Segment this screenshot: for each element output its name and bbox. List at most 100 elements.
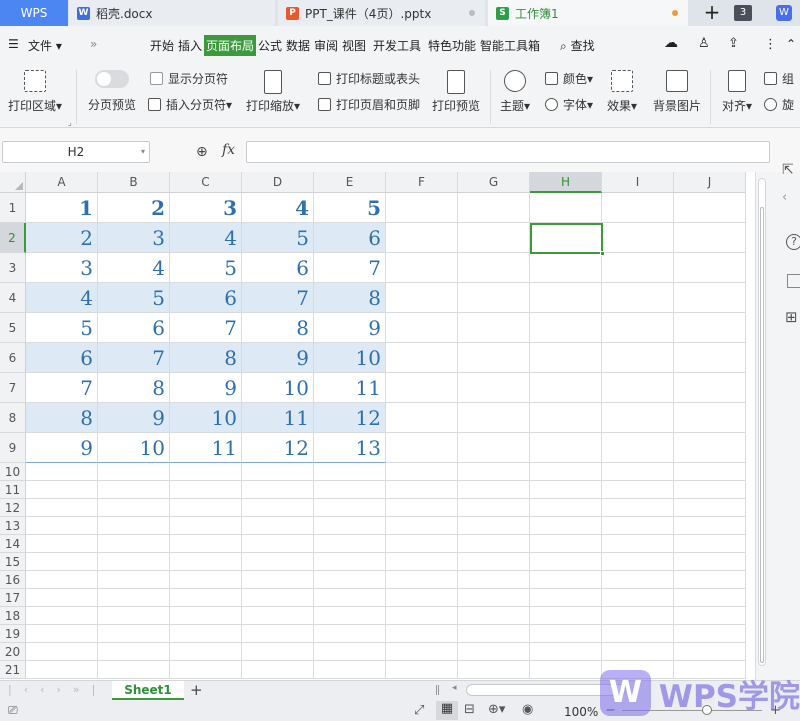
cell-i12[interactable] [602,499,674,517]
cell-j7[interactable] [674,373,746,403]
cell-j10[interactable] [674,463,746,481]
zoom-level[interactable]: 100% [564,705,598,719]
cell-d7[interactable]: 10 [242,373,314,403]
cell-b2[interactable]: 3 [98,223,170,253]
column-header-e[interactable]: E [314,172,386,193]
cell-d20[interactable] [242,643,314,661]
cell-b4[interactable]: 5 [98,283,170,313]
menu-review[interactable]: 审阅 [314,37,338,54]
cell-i2[interactable] [602,223,674,253]
cell-g20[interactable] [458,643,530,661]
cell-d9[interactable]: 12 [242,433,314,463]
vertical-scrollbar[interactable] [758,178,766,666]
cell-a10[interactable] [26,463,98,481]
cell-h21[interactable] [530,661,602,679]
cell-a21[interactable] [26,661,98,679]
cell-d14[interactable] [242,535,314,553]
cell-b18[interactable] [98,607,170,625]
cell-h8[interactable] [530,403,602,433]
row-header-7[interactable]: 7 [0,373,26,403]
zoom-slider-track[interactable] [622,710,762,711]
expand-arrows-icon[interactable]: » [90,37,97,51]
cell-b3[interactable]: 4 [98,253,170,283]
eye-protection-icon[interactable]: ◉ [522,702,533,717]
cell-e4[interactable]: 8 [314,283,386,313]
row-header-16[interactable]: 16 [0,571,26,589]
hamburger-icon[interactable]: ☰ [8,37,19,51]
cell-i15[interactable] [602,553,674,571]
menu-page-layout[interactable]: 页面布局 [204,35,257,56]
cell-b14[interactable] [98,535,170,553]
cell-f8[interactable] [386,403,458,433]
cell-i4[interactable] [602,283,674,313]
sheet-tab-sheet1[interactable]: Sheet1 [112,681,184,700]
cell-j15[interactable] [674,553,746,571]
cell-i1[interactable] [602,193,674,223]
cell-i20[interactable] [602,643,674,661]
cell-a15[interactable] [26,553,98,571]
cell-i9[interactable] [602,433,674,463]
cell-a11[interactable] [26,481,98,499]
cell-b5[interactable]: 6 [98,313,170,343]
cell-f4[interactable] [386,283,458,313]
page-setup-launcher-icon[interactable]: ⌟ [68,118,72,127]
menu-formulas[interactable]: 公式 [258,37,282,54]
cell-f14[interactable] [386,535,458,553]
cell-c11[interactable] [170,481,242,499]
cell-a13[interactable] [26,517,98,535]
column-header-i[interactable]: I [602,172,674,193]
column-header-j[interactable]: J [674,172,746,193]
row-header-8[interactable]: 8 [0,403,26,433]
column-header-c[interactable]: C [170,172,242,193]
menu-developer[interactable]: 开发工具 [373,37,421,54]
cell-f12[interactable] [386,499,458,517]
rotate-button[interactable]: 旋 [764,96,794,113]
cell-f5[interactable] [386,313,458,343]
cell-b16[interactable] [98,571,170,589]
cell-d8[interactable]: 11 [242,403,314,433]
cell-f19[interactable] [386,625,458,643]
name-box[interactable]: H2 ▾ [2,141,150,163]
cell-h1[interactable] [530,193,602,223]
cell-c17[interactable] [170,589,242,607]
cell-b9[interactable]: 10 [98,433,170,463]
row-header-13[interactable]: 13 [0,517,26,535]
cell-h7[interactable] [530,373,602,403]
cell-j8[interactable] [674,403,746,433]
cell-c19[interactable] [170,625,242,643]
cell-g15[interactable] [458,553,530,571]
cell-e20[interactable] [314,643,386,661]
zoom-out-icon[interactable]: − [605,703,616,718]
colors-button[interactable]: 颜色 ▾ [545,70,593,87]
cell-b21[interactable] [98,661,170,679]
cell-a4[interactable]: 4 [26,283,98,313]
pane-collapse-icon[interactable]: ‹ [782,190,787,205]
cell-b13[interactable] [98,517,170,535]
cell-f20[interactable] [386,643,458,661]
cell-i7[interactable] [602,373,674,403]
cell-b10[interactable] [98,463,170,481]
page-break-toggle[interactable] [95,70,129,88]
cell-g1[interactable] [458,193,530,223]
group-button[interactable]: 组 [764,70,794,87]
cell-j2[interactable] [674,223,746,253]
row-header-9[interactable]: 9 [0,433,26,463]
select-all-corner[interactable] [0,172,26,193]
cell-j1[interactable] [674,193,746,223]
column-header-h[interactable]: H [530,172,602,193]
scroll-left-icon[interactable]: ◂ [452,683,457,693]
tab-workbook[interactable]: S 工作簿1 [488,0,688,26]
cursor-select-icon[interactable]: ⇱ [782,162,794,178]
horizontal-scrollbar[interactable] [466,684,626,696]
cell-h15[interactable] [530,553,602,571]
cell-h12[interactable] [530,499,602,517]
cell-i11[interactable] [602,481,674,499]
print-preview-button[interactable]: 打印预览 [432,70,480,114]
cell-h4[interactable] [530,283,602,313]
cell-h2[interactable] [530,223,602,253]
row-header-4[interactable]: 4 [0,283,26,313]
page-break-preview-button[interactable]: 分页预览 [88,70,136,113]
cell-d16[interactable] [242,571,314,589]
cell-f11[interactable] [386,481,458,499]
cell-e12[interactable] [314,499,386,517]
